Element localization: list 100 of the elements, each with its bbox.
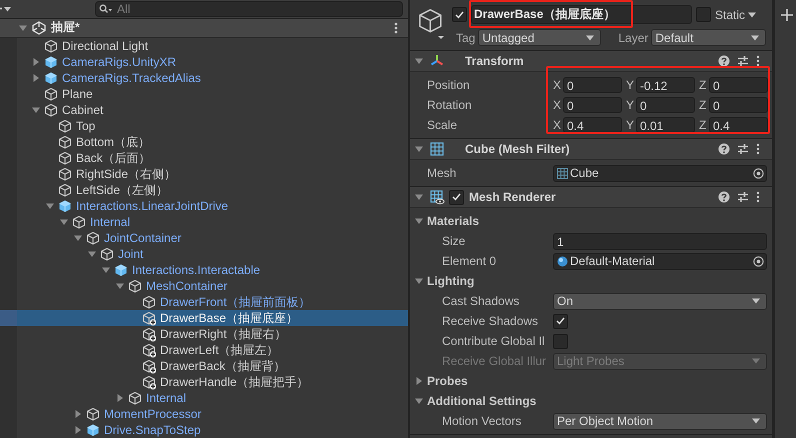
expand-arrow-icon[interactable] <box>74 426 82 434</box>
number-field[interactable]: -0.12 <box>636 77 695 93</box>
expand-arrow-icon[interactable] <box>415 193 423 201</box>
expand-arrow-icon[interactable] <box>415 397 423 405</box>
plus-icon[interactable] <box>781 9 793 21</box>
search-icon[interactable] <box>99 4 113 14</box>
component-header[interactable]: Mesh Renderer <box>410 187 772 208</box>
cube-icon <box>86 230 100 246</box>
enabled-checkbox[interactable] <box>449 190 464 204</box>
component-header[interactable]: Transform <box>410 51 772 72</box>
hierarchy-item[interactable]: RightSide（右侧） <box>0 166 408 182</box>
hierarchy-item[interactable]: DrawerBase（抽屉底座） <box>0 310 408 326</box>
number-field[interactable]: 0.4 <box>709 117 768 133</box>
cube-icon <box>58 150 72 166</box>
number-field[interactable]: 0.01 <box>636 117 695 133</box>
expand-arrow-icon[interactable] <box>60 218 68 226</box>
object-field[interactable]: Default-Material <box>553 252 767 270</box>
hierarchy-item[interactable]: DrawerHandle（抽屉把手） <box>0 374 408 390</box>
hierarchy-item[interactable]: Joint <box>0 246 408 262</box>
expand-arrow-icon[interactable] <box>74 234 82 242</box>
cube-plus-icon <box>142 342 156 358</box>
hierarchy-item[interactable]: DrawerLeft（抽屉左） <box>0 342 408 358</box>
dropdown[interactable]: Per Object Motion <box>553 412 767 430</box>
expand-arrow-icon[interactable] <box>415 377 423 385</box>
expand-arrow-icon[interactable] <box>32 58 40 66</box>
object-field[interactable]: Cube <box>553 164 767 182</box>
more-options-icon[interactable] <box>756 143 760 155</box>
hierarchy-item[interactable]: Plane <box>0 86 408 102</box>
number-field[interactable]: 0 <box>709 97 768 113</box>
number-field[interactable]: 0 <box>709 77 768 93</box>
checkbox[interactable] <box>553 334 568 348</box>
section-header[interactable]: Probes <box>415 374 468 388</box>
sliders-icon[interactable] <box>737 143 749 155</box>
sphere-icon <box>557 256 568 266</box>
expand-arrow-icon[interactable] <box>32 74 40 82</box>
help-icon[interactable] <box>718 143 730 155</box>
expand-arrow-icon[interactable] <box>116 394 124 402</box>
expand-arrow-icon[interactable] <box>116 282 124 290</box>
hierarchy-item[interactable]: Bottom（底） <box>0 134 408 150</box>
hierarchy-item[interactable]: MeshContainer <box>0 278 408 294</box>
search-field[interactable]: All <box>95 0 403 17</box>
hierarchy-item[interactable]: DrawerFront（抽屉前面板） <box>0 294 408 310</box>
hierarchy-item[interactable]: Top <box>0 118 408 134</box>
expand-arrow-icon[interactable] <box>19 24 27 32</box>
more-options-icon[interactable] <box>756 55 760 67</box>
sliders-icon[interactable] <box>737 55 749 67</box>
more-options-icon[interactable] <box>394 22 398 34</box>
expand-arrow-icon[interactable] <box>415 277 423 285</box>
expand-arrow-icon[interactable] <box>46 202 54 210</box>
hierarchy-item[interactable]: LeftSide（左侧） <box>0 182 408 198</box>
hierarchy-item[interactable]: Interactions.LinearJointDrive <box>0 198 408 214</box>
hierarchy-item[interactable]: Drive.SnapToStep <box>0 422 408 438</box>
number-field[interactable]: 0 <box>636 97 695 113</box>
number-field[interactable]: 0 <box>563 97 622 113</box>
hierarchy-item[interactable]: Back（后面） <box>0 150 408 166</box>
hierarchy-item[interactable]: CameraRigs.UnityXR <box>0 54 408 70</box>
target-icon[interactable] <box>753 168 764 178</box>
expand-arrow-icon[interactable] <box>74 410 82 418</box>
expand-arrow-icon[interactable] <box>102 266 110 274</box>
cube-icon[interactable] <box>416 6 446 40</box>
hierarchy-item[interactable]: CameraRigs.TrackedAlias <box>0 70 408 86</box>
number-field[interactable]: 0 <box>563 77 622 93</box>
component-header[interactable]: Cube (Mesh Filter) <box>410 139 772 160</box>
hierarchy-item[interactable]: Directional Light <box>0 38 408 54</box>
hierarchy-item[interactable]: MomentProcessor <box>0 406 408 422</box>
name-field[interactable]: DrawerBase（抽屉底座） <box>471 5 692 24</box>
expand-arrow-icon[interactable] <box>32 106 40 114</box>
checkbox[interactable] <box>553 314 568 328</box>
hierarchy-item[interactable]: Internal <box>0 214 408 230</box>
hierarchy-item[interactable]: Internal <box>0 390 408 406</box>
section-header[interactable]: Materials <box>415 214 480 228</box>
help-icon[interactable] <box>718 55 730 67</box>
expand-arrow-icon[interactable] <box>415 145 423 153</box>
dropdown[interactable]: On <box>553 292 767 310</box>
more-options-icon[interactable] <box>756 191 760 203</box>
hierarchy-item[interactable]: DrawerRight（抽屉右） <box>0 326 408 342</box>
static-dropdown[interactable]: Static <box>715 8 756 22</box>
expand-arrow-icon[interactable] <box>415 217 423 225</box>
field-label: Position <box>427 78 471 92</box>
axis-label: Y <box>626 98 636 112</box>
active-checkbox[interactable] <box>452 7 467 22</box>
cube-icon <box>44 38 58 54</box>
hierarchy-item[interactable]: JointContainer <box>0 230 408 246</box>
layer-dropdown[interactable]: Default <box>651 29 766 46</box>
prefab-cube-icon <box>44 54 58 70</box>
expand-arrow-icon[interactable] <box>88 250 96 258</box>
number-field[interactable]: 1 <box>553 232 767 250</box>
prefab-cube-icon <box>44 70 58 86</box>
help-icon[interactable] <box>718 191 730 203</box>
static-checkbox[interactable] <box>696 7 711 22</box>
tag-dropdown[interactable]: Untagged <box>478 29 602 46</box>
section-header[interactable]: Additional Settings <box>415 394 536 408</box>
expand-arrow-icon[interactable] <box>415 57 423 65</box>
hierarchy-item[interactable]: Interactions.Interactable <box>0 262 408 278</box>
hierarchy-item[interactable]: Cabinet <box>0 102 408 118</box>
hierarchy-item[interactable]: DrawerBack（抽屉背） <box>0 358 408 374</box>
section-header[interactable]: Lighting <box>415 274 474 288</box>
sliders-icon[interactable] <box>737 191 749 203</box>
target-icon[interactable] <box>753 256 764 266</box>
number-field[interactable]: 0.4 <box>563 117 622 133</box>
